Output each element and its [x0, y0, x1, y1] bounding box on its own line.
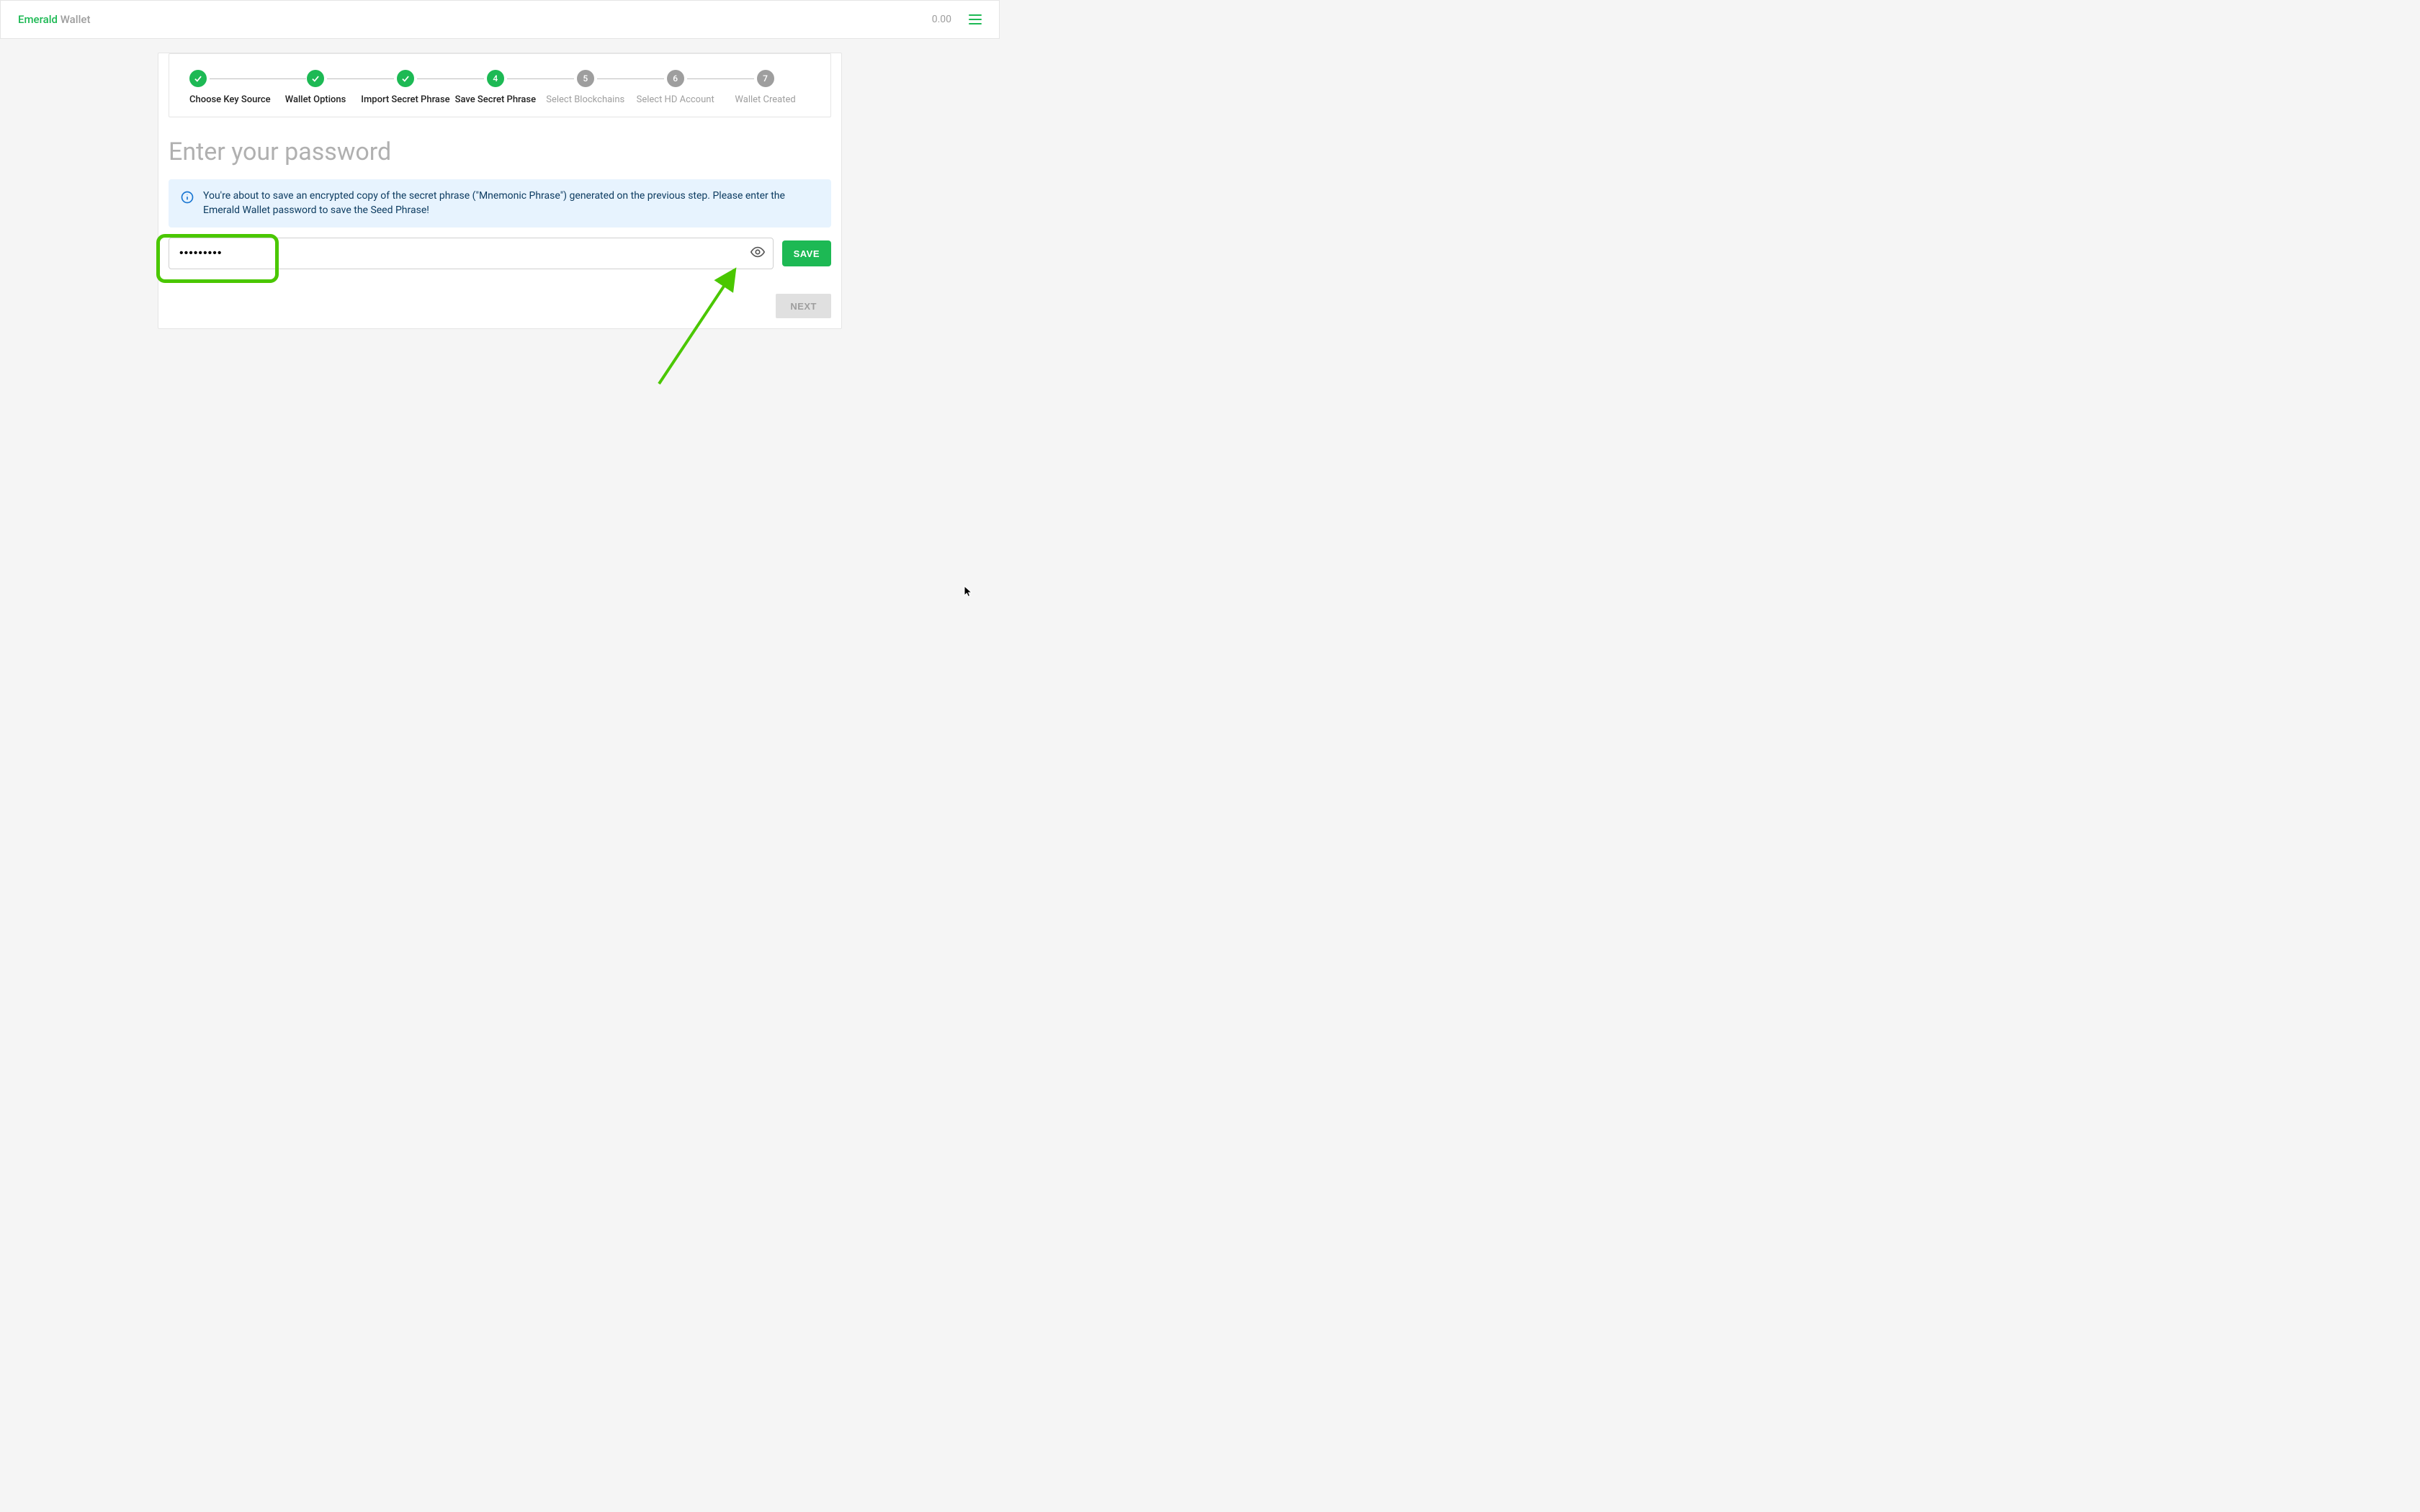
header-right: 0.00 [932, 14, 982, 25]
next-row: NEXT [169, 294, 831, 318]
cursor-icon [964, 585, 974, 601]
check-icon [397, 70, 414, 87]
wizard-card: Choose Key Source Wallet Options Import Se… [158, 53, 842, 329]
step-4: 4 Save Secret Phrase [450, 70, 540, 105]
brand-primary: Emerald [18, 13, 58, 26]
info-alert-text: You're about to save an encrypted copy o… [203, 189, 820, 217]
step-label: Import Secret Phrase [361, 94, 449, 105]
balance-amount: 0.00 [932, 14, 951, 25]
brand-secondary: Wallet [58, 13, 90, 26]
info-icon [180, 189, 194, 217]
app-header: Emerald Wallet 0.00 [0, 0, 1000, 39]
brand: Emerald Wallet [18, 13, 90, 26]
step-6: 6 Select HD Account [630, 70, 720, 105]
page-title: Enter your password [169, 138, 831, 166]
info-alert: You're about to save an encrypted copy o… [169, 179, 831, 228]
password-input[interactable] [179, 247, 741, 260]
step-number-icon: 4 [487, 70, 504, 87]
menu-icon[interactable] [969, 14, 982, 24]
step-number-icon: 5 [577, 70, 594, 87]
stepper: Choose Key Source Wallet Options Import Se… [169, 53, 831, 117]
step-3: Import Secret Phrase [360, 70, 450, 105]
next-button[interactable]: NEXT [776, 294, 831, 318]
step-label: Wallet Created [735, 94, 795, 105]
step-label: Select Blockchains [546, 94, 624, 105]
password-row: SAVE [169, 238, 831, 269]
save-button[interactable]: SAVE [782, 240, 831, 266]
step-label: Choose Key Source [189, 94, 271, 105]
step-1: Choose Key Source [189, 70, 271, 105]
step-5: 5 Select Blockchains [540, 70, 630, 105]
eye-icon[interactable] [750, 244, 766, 263]
password-field-wrap[interactable] [169, 238, 774, 269]
step-label: Save Secret Phrase [455, 94, 537, 105]
step-number-icon: 6 [667, 70, 684, 87]
check-icon [189, 70, 207, 87]
step-number-icon: 7 [757, 70, 774, 87]
step-7: 7 Wallet Created [720, 70, 810, 105]
check-icon [307, 70, 324, 87]
step-label: Wallet Options [285, 94, 346, 105]
step-2: Wallet Options [271, 70, 361, 105]
step-label: Select HD Account [637, 94, 714, 105]
